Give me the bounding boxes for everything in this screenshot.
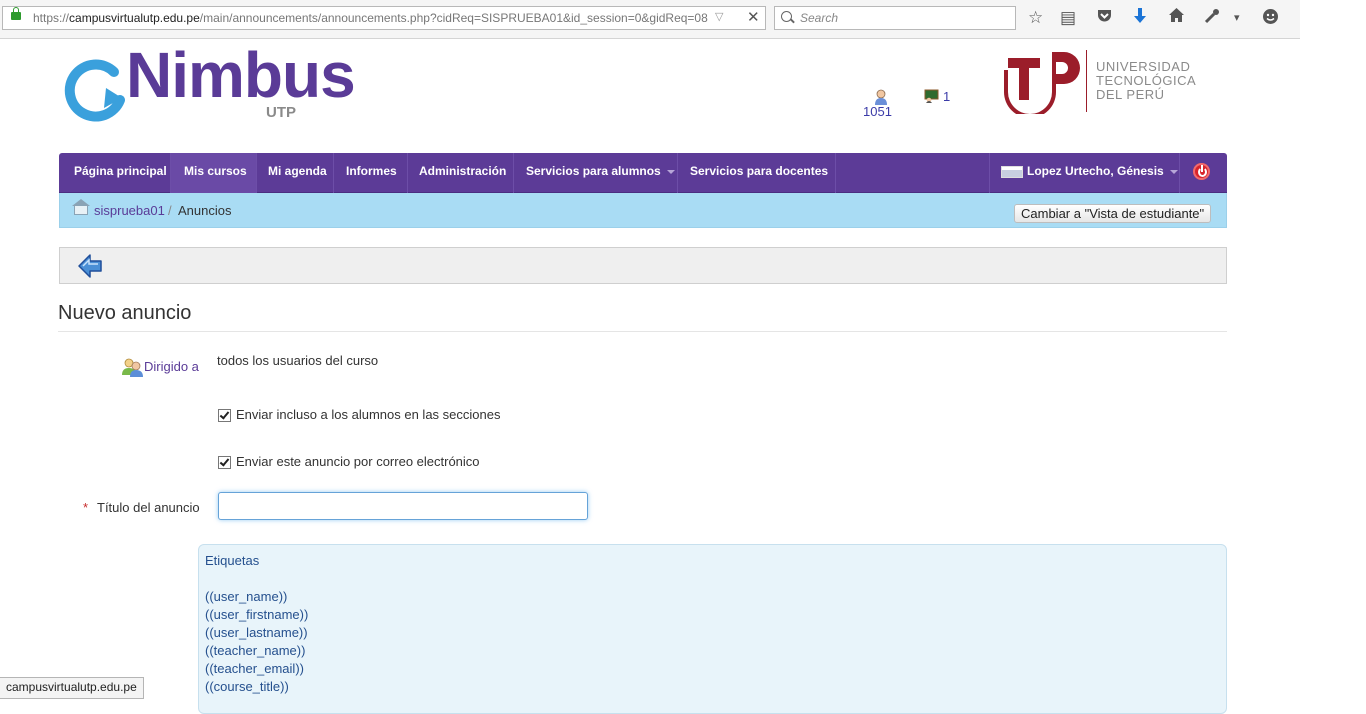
search-icon (781, 11, 792, 22)
send-email-checkbox[interactable] (218, 456, 231, 469)
tags-panel: Etiquetas ((user_name)) ((user_firstname… (198, 544, 1227, 714)
tag-item: ((teacher_name)) (205, 643, 306, 658)
browser-search-input[interactable]: Search (774, 6, 1016, 30)
close-icon[interactable]: ✕ (747, 8, 760, 26)
nav-student-services[interactable]: Servicios para alumnos (514, 153, 678, 193)
nav-my-agenda[interactable]: Mi agenda (257, 153, 334, 193)
back-arrow-icon[interactable] (77, 253, 103, 279)
announcement-title-label: Título del anuncio (97, 500, 200, 515)
recipients-value: todos los usuarios del curso (217, 353, 379, 368)
reading-list-icon[interactable]: ▤ (1060, 8, 1076, 28)
student-view-button[interactable]: Cambiar a "Vista de estudiante" (1014, 204, 1212, 223)
nav-home[interactable]: Página principal (59, 153, 171, 193)
breadcrumb-current: Anuncios (178, 203, 232, 218)
menu-dropdown-icon[interactable]: ▾ (1234, 8, 1240, 28)
bookmark-star-icon[interactable]: ☆ (1028, 8, 1043, 28)
tag-item: ((teacher_email)) (205, 661, 304, 676)
tag-item: ((user_firstname)) (205, 607, 309, 622)
tag-item: ((user_name)) (205, 589, 288, 604)
user-icon[interactable] (874, 89, 888, 105)
user-menu[interactable]: Lopez Urtecho, Génesis (989, 153, 1180, 193)
send-to-sections-checkbox[interactable] (218, 409, 231, 422)
announcement-title-input[interactable] (218, 492, 588, 520)
actions-toolbar (59, 247, 1227, 284)
users-group-icon[interactable] (122, 357, 144, 377)
logo-wordmark[interactable]: Nimbus (126, 38, 356, 112)
breadcrumb-separator: / (168, 203, 172, 218)
page-title: Nuevo anuncio (58, 302, 192, 324)
university-name: UNIVERSIDAD TECNOLÓGICA DEL PERÚ (1096, 59, 1197, 102)
teacher-icon[interactable] (924, 89, 939, 103)
title-divider (58, 331, 1227, 332)
url-bar[interactable]: https://campusvirtualutp.edu.pe/main/ann… (2, 6, 766, 30)
browser-status-bar: campusvirtualutp.edu.pe (0, 677, 144, 699)
online-teachers-count[interactable]: 1 (943, 89, 950, 104)
chevron-down-icon (666, 169, 675, 174)
utp-logo-divider (1086, 50, 1087, 112)
tag-item: ((course_title)) (205, 679, 289, 694)
tags-title: Etiquetas (205, 553, 260, 568)
online-users-count[interactable]: 1051 (863, 104, 892, 119)
home-icon[interactable] (1168, 7, 1185, 28)
utp-logo-icon (1004, 52, 1080, 114)
home-icon[interactable] (72, 199, 90, 215)
search-placeholder: Search (800, 11, 839, 25)
send-to-sections-label[interactable]: Enviar incluso a los alumnos en las secc… (236, 407, 500, 422)
nav-reports[interactable]: Informes (334, 153, 408, 193)
lock-icon (11, 7, 21, 20)
nav-my-courses[interactable]: Mis cursos (171, 153, 257, 193)
send-email-label[interactable]: Enviar este anuncio por correo electróni… (236, 454, 480, 469)
download-icon[interactable] (1132, 7, 1148, 30)
breadcrumb-course-link[interactable]: sisprueba01 (94, 203, 165, 218)
url-text[interactable]: https://campusvirtualutp.edu.pe/main/ann… (33, 11, 708, 25)
pocket-icon[interactable] (1096, 7, 1113, 29)
nav-teacher-services[interactable]: Servicios para docentes (678, 153, 836, 210)
account-smiley-icon[interactable] (1262, 8, 1279, 30)
recipients-label[interactable]: Dirigido a (144, 359, 199, 374)
developer-tools-icon[interactable] (1204, 8, 1220, 29)
tags-list: ((user_name)) ((user_firstname)) ((user_… (205, 588, 308, 696)
nav-administration[interactable]: Administración (408, 153, 514, 193)
url-dropdown-icon[interactable]: ▽ (715, 10, 723, 23)
chevron-down-icon (1169, 169, 1178, 174)
required-mark: * (83, 500, 89, 515)
logout-power-icon[interactable] (1193, 163, 1210, 180)
nimbus-logo-icon (64, 59, 125, 122)
tag-item: ((user_lastname)) (205, 625, 308, 640)
logo-subtitle: UTP (266, 104, 296, 121)
flag-icon (1001, 165, 1023, 178)
main-navigation: Página principal Mis cursos Mi agenda In… (59, 153, 1227, 210)
browser-toolbar: https://campusvirtualutp.edu.pe/main/ann… (0, 0, 1300, 39)
